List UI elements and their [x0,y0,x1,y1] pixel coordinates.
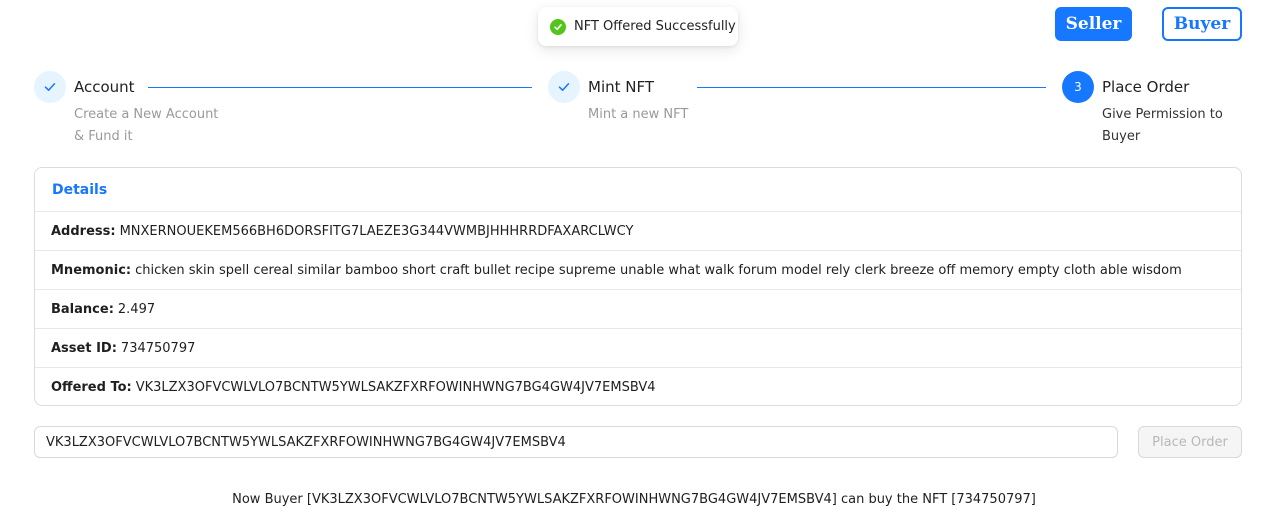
step-account-desc-line: & Fund it [74,129,133,144]
success-toast: NFT Offered Successfully [538,7,738,46]
detail-value: chicken skin spell cereal similar bamboo… [135,262,1182,278]
detail-label: Address: [51,223,116,239]
place-order-button[interactable]: Place Order [1138,426,1242,458]
step-place-order-description: Give Permission to Buyer [1102,104,1223,148]
check-circle-icon [550,18,566,35]
detail-value: 2.497 [117,301,156,317]
details-card: Details Address: MNXERNOUEKEM566BH6DORSF… [34,167,1242,406]
step-mint-desc-line: Mint a new NFT [588,107,689,122]
detail-value: VK3LZX3OFVCWLVLO7BCNTW5YWLSAKZFXRFOWINHW… [135,379,656,395]
step-place-order-number: 3 [1062,71,1094,103]
buyer-button[interactable]: Buyer [1162,7,1242,41]
detail-label: Balance: [51,301,114,317]
detail-label: Asset ID: [51,340,117,356]
step-place-order-desc-line: Give Permission to [1102,107,1223,122]
detail-row-offered-to: Offered To: VK3LZX3OFVCWLVLO7BCNTW5YWLSA… [35,368,1241,405]
detail-value: MNXERNOUEKEM566BH6DORSFITG7LAEZE3G344VWM… [119,223,634,239]
seller-button[interactable]: Seller [1055,7,1132,41]
status-message: Now Buyer [VK3LZX3OFVCWLVLO7BCNTW5YWLSAK… [232,492,1036,507]
detail-value: 734750797 [120,340,196,356]
step-account-desc-line: Create a New Account [74,107,219,122]
detail-row-asset-id: Asset ID: 734750797 [35,329,1241,368]
detail-label: Mnemonic: [51,262,132,278]
step-connector [148,87,532,88]
step-connector [697,87,1046,88]
detail-row-balance: Balance: 2.497 [35,290,1241,329]
step-account-check-icon [34,71,66,103]
detail-row-mnemonic: Mnemonic: chicken skin spell cereal simi… [35,251,1241,290]
step-account-description: Create a New Account & Fund it [74,104,218,148]
step-account-title: Account [74,78,135,96]
step-place-order-desc-line: Buyer [1102,129,1141,144]
step-mint-check-icon [548,71,580,103]
toast-message: NFT Offered Successfully [574,19,736,34]
step-place-order-title: Place Order [1102,78,1190,96]
step-mint-description: Mint a new NFT [588,104,688,126]
detail-label: Offered To: [51,379,132,395]
buyer-address-input[interactable] [34,426,1118,458]
detail-row-address: Address: MNXERNOUEKEM566BH6DORSFITG7LAEZ… [35,212,1241,251]
step-mint-title: Mint NFT [588,78,655,96]
details-title: Details [35,168,1241,212]
